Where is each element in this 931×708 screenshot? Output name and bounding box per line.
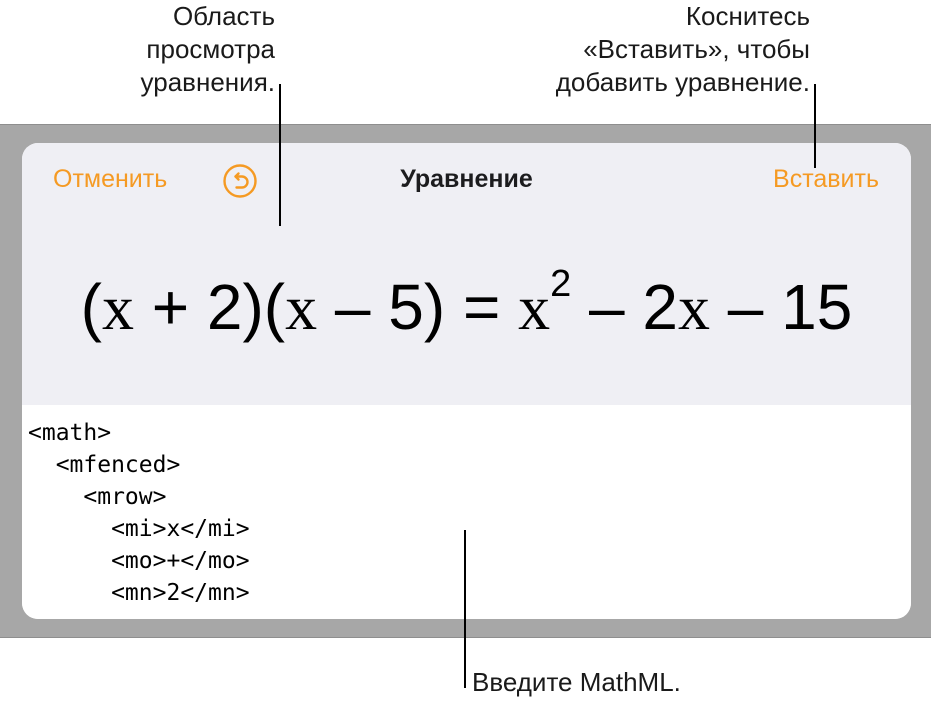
callout-insert: Коснитесь «Вставить», чтобы добавить ура… [555,1,810,97]
code-line[interactable]: <math> [28,417,111,449]
code-line[interactable]: <mo>+</mo> [28,545,249,577]
callout-mathml: Введите MathML. [472,667,681,697]
equation-part: – 2 [571,271,678,343]
insert-button[interactable]: Вставить [773,165,879,194]
equation-variable: x [285,272,318,343]
leader-line-insert [814,84,816,168]
mathml-editor[interactable]: <math> <mfenced> <mrow> <mi>x</mi> <mo>+… [22,405,911,619]
equation-exponent: 2 [550,263,572,305]
equation-preview: (x + 2)(x – 5) = x2 – 2x – 15 [22,265,911,344]
callout-preview-area: Область просмотра уравнения. [140,1,275,97]
leader-line-mathml [464,530,466,688]
code-line[interactable]: <mi>x</mi> [28,513,249,545]
equation-sheet: Отменить Уравнение Вставить (x + 2)(x – … [22,143,911,619]
equation-variable: x [678,272,710,343]
equation-part: – 15 [710,271,853,343]
code-line[interactable]: <mrow> [28,481,166,513]
equation-variable: x [101,272,134,343]
code-line[interactable]: <mn>2</mn> [28,577,249,609]
equation-variable: x [518,272,551,343]
code-line[interactable]: <mfenced> [28,449,181,481]
equation-part: ( [80,271,102,343]
leader-line-preview [279,84,281,226]
equation-preview-area: Отменить Уравнение Вставить (x + 2)(x – … [22,143,911,405]
equation-part: – 5) = [317,271,519,343]
equation-part: + 2)( [133,271,286,343]
